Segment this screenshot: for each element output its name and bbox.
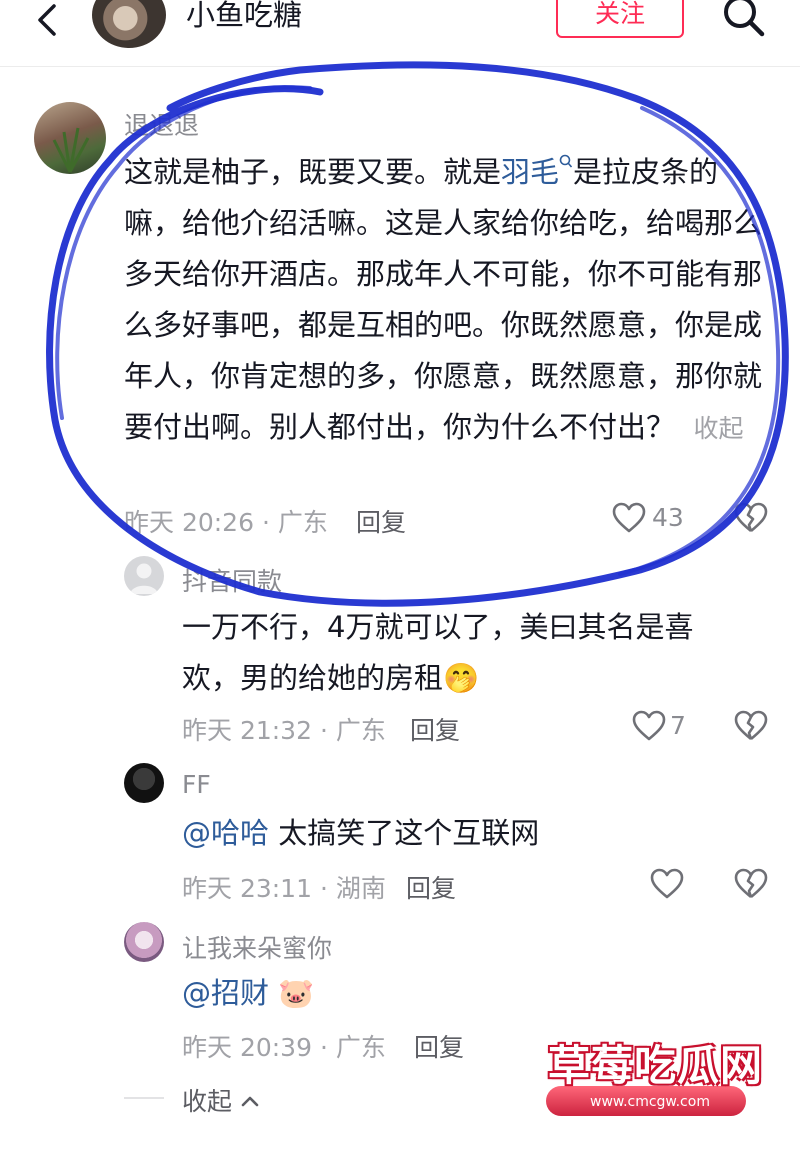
commenter-avatar[interactable] bbox=[34, 102, 106, 174]
commenter-avatar[interactable] bbox=[124, 922, 164, 962]
reply-button[interactable]: 回复 bbox=[414, 1028, 464, 1064]
collapse-text-link[interactable]: 收起 bbox=[693, 414, 743, 443]
keyword-text[interactable]: 羽毛 bbox=[501, 155, 559, 189]
commenter-avatar[interactable] bbox=[124, 556, 164, 596]
comment-text-part: 这就是柚子，既要又要。就是 bbox=[124, 155, 502, 189]
search-icon[interactable] bbox=[720, 0, 768, 42]
account-name[interactable]: 小鱼吃糖 bbox=[186, 0, 302, 34]
reply-button[interactable]: 回复 bbox=[406, 869, 456, 905]
dislike-broken-heart-icon[interactable] bbox=[734, 502, 768, 534]
collapse-replies-button[interactable]: 收起 bbox=[182, 1082, 260, 1118]
watermark-title: 草莓吃瓜网 bbox=[548, 1041, 764, 1090]
heart-icon[interactable] bbox=[650, 868, 684, 900]
search-small-icon bbox=[559, 154, 573, 168]
comment-meta: 昨天 20:26 · 广东 bbox=[124, 508, 328, 537]
heart-icon[interactable] bbox=[612, 502, 646, 534]
header-divider bbox=[0, 66, 800, 67]
follow-button[interactable]: 关注 bbox=[556, 0, 684, 38]
comment-text: @哈哈 太搞笑了这个互联网 bbox=[182, 808, 742, 859]
reply-button[interactable]: 回复 bbox=[410, 711, 460, 747]
collapse-replies-label[interactable]: 收起 bbox=[182, 1087, 232, 1116]
chevron-up-icon[interactable] bbox=[240, 1094, 260, 1108]
commenter-avatar[interactable] bbox=[124, 763, 164, 803]
emoji: 🤭 bbox=[443, 661, 480, 695]
comment-text: @招财 🐷 bbox=[182, 968, 742, 1019]
comment-username[interactable]: 让我来朵蜜你 bbox=[182, 929, 332, 965]
reply-button[interactable]: 回复 bbox=[356, 503, 406, 539]
search-keyword-link[interactable]: 羽毛 bbox=[501, 154, 573, 189]
comment-text-part: 一万不行，4万就可以了，美曰其名是喜欢，男的给她的房租 bbox=[182, 610, 694, 695]
account-avatar[interactable] bbox=[92, 0, 166, 48]
top-bar: 小鱼吃糖 关注 bbox=[0, 0, 800, 68]
back-arrow-icon[interactable] bbox=[28, 2, 68, 42]
comment-text: 一万不行，4万就可以了，美曰其名是喜欢，男的给她的房租🤭 bbox=[182, 602, 742, 704]
dislike-broken-heart-icon[interactable] bbox=[734, 710, 768, 742]
comment-text-part: 太搞笑了这个互联网 bbox=[269, 816, 540, 850]
comment-text-part: 是拉皮条的嘛，给他介绍活嘛。这是人家给你给吃，给喝那么多天给你开酒店。那成年人不… bbox=[124, 155, 763, 444]
site-watermark: 草莓吃瓜网 www.cmcgw.com bbox=[540, 1020, 800, 1145]
emoji: 🐷 bbox=[278, 976, 315, 1010]
comment-username[interactable]: 退退退 bbox=[124, 106, 199, 142]
comment-username[interactable]: 抖音同款 bbox=[182, 562, 282, 598]
comment-username[interactable]: FF bbox=[182, 770, 211, 799]
heart-icon[interactable] bbox=[632, 710, 666, 742]
mention-link[interactable]: @哈哈 bbox=[182, 816, 269, 850]
comment-meta: 昨天 20:39 · 广东 bbox=[182, 1033, 386, 1062]
like-count: 43 bbox=[652, 503, 684, 532]
comment-text: 这就是柚子，既要又要。就是羽毛 是拉皮条的嘛，给他介绍活嘛。这是人家给你给吃，给喝… bbox=[124, 147, 764, 454]
watermark-url: www.cmcgw.com bbox=[590, 1094, 710, 1110]
dislike-broken-heart-icon[interactable] bbox=[734, 868, 768, 900]
mention-link[interactable]: @招财 bbox=[182, 976, 269, 1010]
collapse-divider bbox=[124, 1097, 164, 1099]
comment-meta: 昨天 21:32 · 广东 bbox=[182, 716, 386, 745]
comment-meta: 昨天 23:11 · 湖南 bbox=[182, 874, 386, 903]
like-count: 7 bbox=[670, 711, 686, 740]
